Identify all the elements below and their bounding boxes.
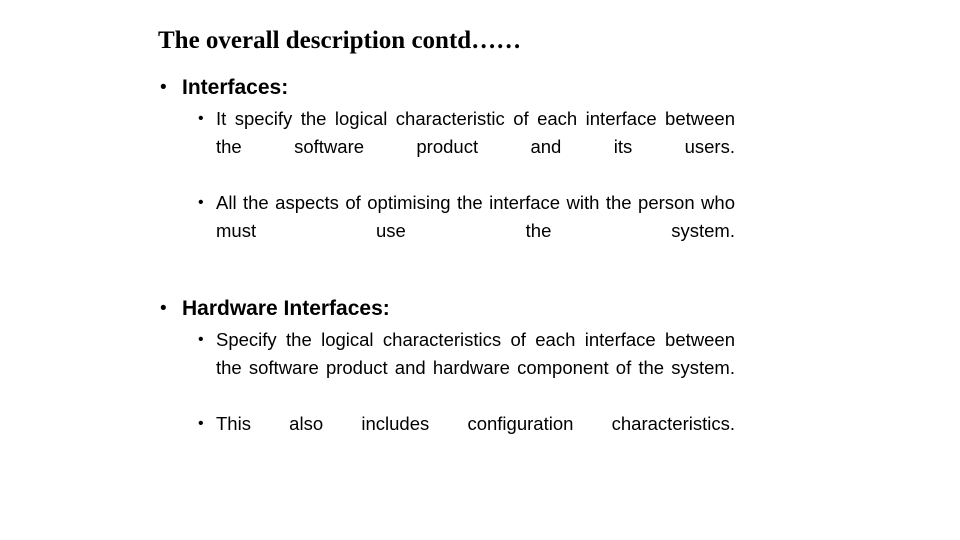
bullet-icon: • — [198, 110, 204, 127]
slide-body: • Interfaces: • It specify the logical c… — [160, 74, 735, 466]
bullet-icon: • — [198, 415, 204, 432]
page-title: The overall description contd…… — [158, 27, 522, 54]
section-heading-label: Interfaces: — [182, 76, 289, 99]
sublist-hardware-interfaces: • Specify the logical characteristics of… — [160, 326, 735, 466]
section-interfaces: • Interfaces: • It specify the logical c… — [160, 74, 735, 273]
section-heading-label: Hardware Interfaces: — [182, 297, 390, 320]
list-item: • Specify the logical characteristics of… — [198, 326, 735, 410]
bullet-icon: • — [160, 298, 167, 319]
sublist-interfaces: • It specify the logical characteristic … — [160, 105, 735, 273]
bullet-icon: • — [198, 331, 204, 348]
list-item-text: All the aspects of optimising the interf… — [216, 192, 735, 241]
section-hardware-interfaces: • Hardware Interfaces: • Specify the log… — [160, 295, 735, 466]
slide: The overall description contd…… • Interf… — [0, 0, 960, 540]
list-item: • It specify the logical characteristic … — [198, 105, 735, 189]
bullet-level1-interfaces: • Interfaces: — [160, 74, 735, 101]
bullet-icon: • — [160, 77, 167, 98]
list-item: • All the aspects of optimising the inte… — [198, 189, 735, 273]
list-item: • This also includes configuration chara… — [198, 410, 735, 466]
list-item-text: It specify the logical characteristic of… — [216, 108, 735, 157]
list-item-text: This also includes configuration charact… — [216, 413, 735, 434]
bullet-level1-hardware-interfaces: • Hardware Interfaces: — [160, 295, 735, 322]
list-item-text: Specify the logical characteristics of e… — [216, 329, 735, 378]
bullet-icon: • — [198, 194, 204, 211]
